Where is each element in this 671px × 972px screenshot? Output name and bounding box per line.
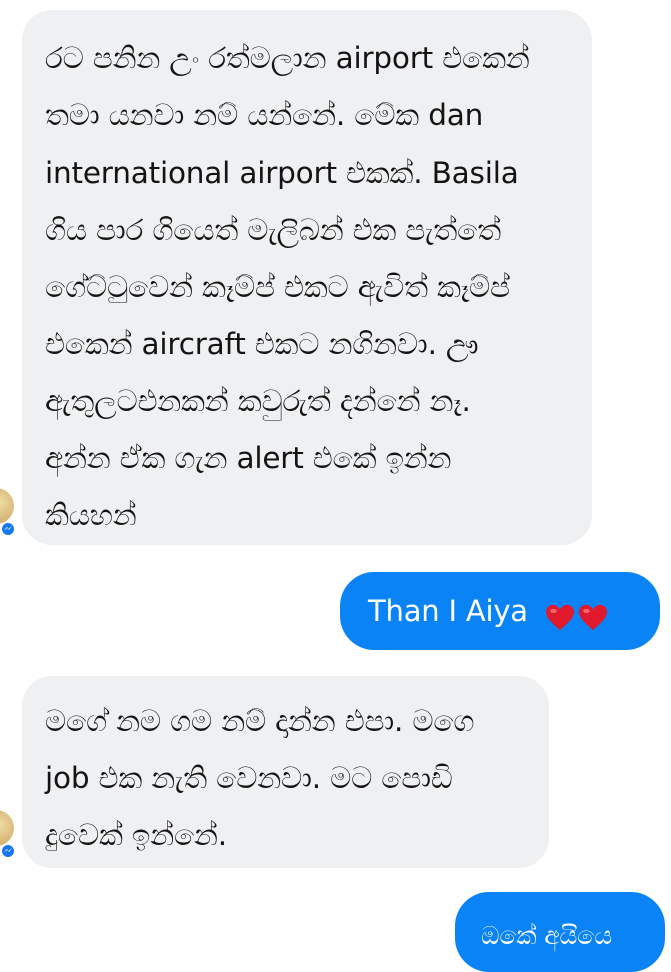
emoji-group: [545, 594, 608, 638]
outgoing-message-bubble[interactable]: Than I Aiya: [340, 572, 660, 650]
message-text-line: ඇතුලටඑනකන් කවුරුත් දන්නේ නෑ.: [45, 384, 471, 418]
message-text-line: කියහන්: [45, 498, 137, 532]
message-text: Than I Aiya: [368, 589, 608, 638]
red-heart-icon: [578, 599, 608, 633]
message-text: ඔකේ අයියෙ: [481, 921, 612, 950]
message-text-line: දුවෙක් ඉන්නේ.: [45, 818, 227, 852]
message-text-line: මගේ නම ගම නම් දාන්න එපා. මගෙ: [45, 704, 475, 738]
messenger-badge-icon: [0, 521, 16, 537]
message-text-line: international airport එකක්. Basila: [45, 156, 519, 190]
incoming-message-bubble[interactable]: රට පනින උං රත්මලාන airport එකෙන් තමා යනව…: [22, 10, 592, 545]
sender-avatar[interactable]: [0, 488, 14, 524]
sender-avatar[interactable]: [0, 810, 14, 846]
incoming-message-bubble[interactable]: මගේ නම ගම නම් දාන්න එපා. මගෙ job එක නැති…: [22, 676, 549, 868]
message-text-line: ගේට්ටුවෙන් කෑම්ප් එකට ඇවිත් කෑම්ප්: [45, 270, 510, 304]
outgoing-message-bubble[interactable]: ඔකේ අයියෙ: [455, 892, 665, 972]
message-text-line: job එක නැති වෙනවා. මට පොඩි: [45, 761, 453, 795]
messenger-badge-icon: [0, 843, 16, 859]
message-text-line: ගිය පාර ගියෙත් මැලිබන් එක පැත්තේ: [45, 213, 501, 247]
message-text-line: අන්න ඒක ගැන alert එකේ ඉන්න: [45, 441, 452, 475]
message-text-content: Than I Aiya: [368, 594, 528, 628]
message-text-line: එකෙන් aircraft එකට නගිනවා. ඌ: [45, 327, 479, 361]
message-text-line: තමා යනවා නම් යන්නේ. මේක dan: [45, 98, 484, 132]
message-text-line: රට පනින උං රත්මලාන airport එකෙන්: [45, 41, 530, 75]
